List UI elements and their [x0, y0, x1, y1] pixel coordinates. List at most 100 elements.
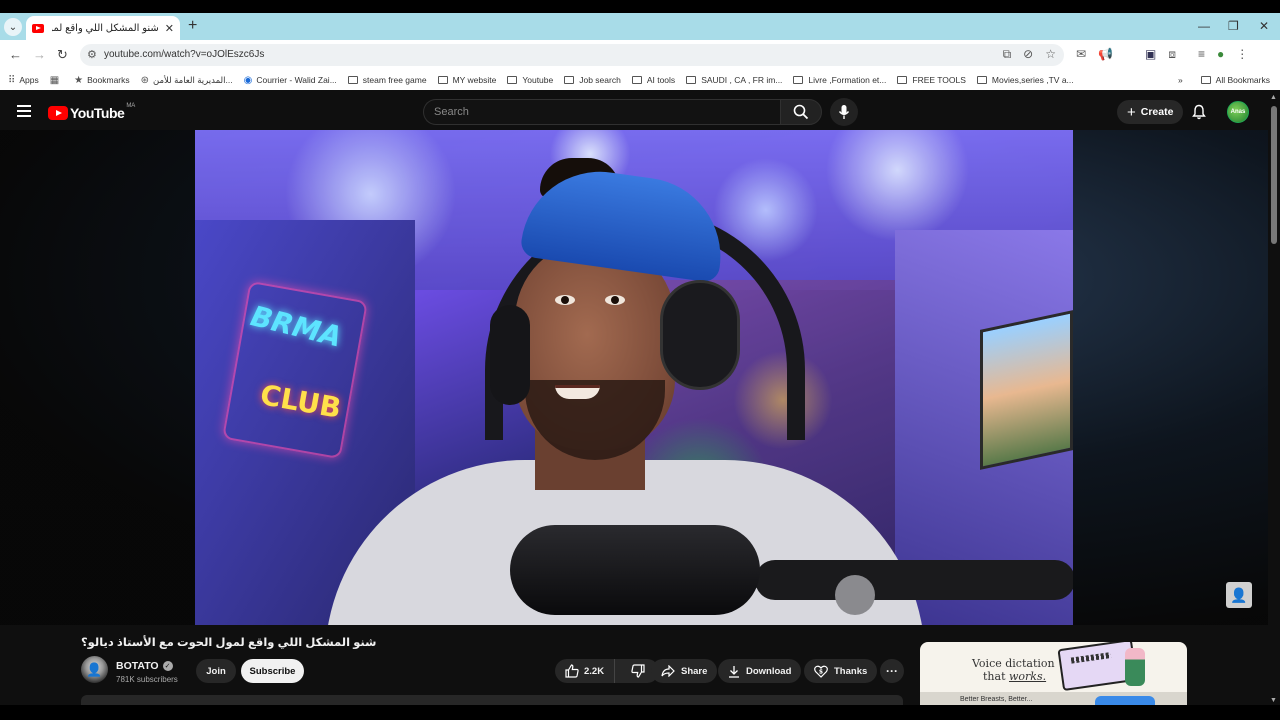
person-mouth	[555, 385, 600, 399]
download-icon	[729, 665, 739, 678]
bookmark-livre[interactable]: Livre ,Formation et...	[793, 75, 886, 85]
video-player[interactable]: BRMA CLUB 👤	[0, 130, 1268, 625]
search-button[interactable]	[780, 99, 822, 125]
eye-off-icon[interactable]: ⊘	[1023, 47, 1033, 62]
star-icon: ★	[74, 74, 84, 86]
search-icon	[793, 104, 809, 120]
svg-text:$: $	[819, 668, 823, 675]
bookmark-aitools[interactable]: AI tools	[631, 75, 675, 85]
folder-icon	[976, 76, 987, 84]
scroll-thumb[interactable]	[1271, 106, 1277, 244]
bookmark-steam[interactable]: steam free game	[347, 75, 427, 85]
ad-footer-text: Better Breasts, Better...	[960, 696, 1033, 703]
wall-painting	[980, 310, 1073, 470]
bookmark-movies[interactable]: Movies,series ,TV a...	[976, 75, 1074, 85]
bookmark-youtube[interactable]: Youtube	[507, 75, 553, 85]
all-bookmarks-button[interactable]: All Bookmarks	[1200, 75, 1270, 85]
youtube-play-icon	[48, 106, 68, 120]
like-button[interactable]: 2.2K	[555, 659, 616, 683]
folder-icon	[793, 76, 804, 84]
video-title: شنو المشكل اللي واقع لمول الحوت مع الأست…	[81, 637, 377, 649]
video-details: شنو المشكل اللي واقع لمول الحوت مع الأست…	[0, 625, 1268, 705]
subscribe-button[interactable]: Subscribe	[241, 659, 304, 683]
page-scrollbar[interactable]: ▲ ▼	[1268, 94, 1280, 704]
video-frame[interactable]: BRMA CLUB	[195, 130, 1073, 625]
bookmark-jobsearch[interactable]: Job search	[564, 75, 621, 85]
bookmark-dgsn[interactable]: ⊛ المديرية العامة للأمن...	[141, 75, 233, 86]
tab-groups-icon: ▦	[49, 74, 60, 86]
youtube-header: YouTube MA Search + Create Anas	[0, 94, 1268, 130]
bookmark-mywebsite[interactable]: MY website	[437, 75, 496, 85]
bookmark-courrier[interactable]: ◉ Courrier - Walid Zai...	[244, 75, 337, 86]
more-actions-button[interactable]: ···	[880, 659, 904, 683]
hamburger-menu-icon[interactable]	[17, 105, 31, 117]
country-code: MA	[126, 103, 136, 109]
folder-icon	[437, 76, 448, 84]
back-arrow-icon[interactable]: ←	[9, 47, 22, 62]
verified-check-icon: ✓	[162, 661, 173, 671]
close-window-button[interactable]: ✕	[1259, 19, 1269, 33]
new-tab-button[interactable]: +	[188, 17, 197, 35]
tab-close-icon[interactable]: ✕	[165, 22, 174, 35]
join-button[interactable]: Join	[196, 659, 236, 683]
url-text: youtube.com/watch?v=oJOlEszc6Js	[104, 49, 265, 60]
bookmark-bookmarks[interactable]: ★ Bookmarks	[74, 75, 129, 86]
tab-search-button[interactable]: ⌄	[4, 18, 22, 36]
folder-icon	[1200, 76, 1211, 84]
extension-icon[interactable]: ▣	[1145, 47, 1156, 62]
profile-icon[interactable]: ●	[1217, 47, 1224, 62]
download-button[interactable]: Download	[718, 659, 802, 683]
bookmark-saudi[interactable]: SAUDI , CA , FR im...	[686, 75, 782, 85]
bookmark-grid[interactable]: ▦	[50, 75, 63, 86]
person-eye-left	[555, 295, 575, 305]
scroll-down-arrow-icon[interactable]: ▼	[1270, 697, 1277, 704]
ad-person-illustration	[1125, 648, 1145, 686]
headset-cup-right	[660, 280, 740, 390]
browser-tab-active[interactable]: شنو المشكل اللي واقع لمول الح ✕	[26, 16, 180, 40]
headset-cup-left	[490, 305, 530, 405]
media-control-icon[interactable]: ≡	[1198, 47, 1205, 62]
megaphone-extension-icon[interactable]: 📢	[1098, 47, 1113, 62]
create-button[interactable]: + Create	[1117, 100, 1184, 124]
bookmark-apps[interactable]: ⠿ Apps	[8, 75, 39, 86]
dislike-button[interactable]	[621, 664, 655, 678]
globe-icon: ⊛	[140, 74, 150, 86]
like-count: 2.2K	[584, 665, 605, 677]
mail-extension-icon[interactable]: ✉	[1076, 47, 1086, 62]
voice-search-button[interactable]	[830, 98, 858, 126]
forward-arrow-icon[interactable]: →	[33, 47, 46, 62]
ad-cta-button[interactable]	[1095, 696, 1155, 705]
minimize-button[interactable]: —	[1198, 19, 1210, 33]
share-button[interactable]: Share	[651, 659, 718, 683]
folder-icon	[686, 76, 697, 84]
scroll-up-arrow-icon[interactable]: ▲	[1270, 94, 1277, 101]
share-arrow-icon	[661, 665, 675, 677]
ad-card[interactable]: Voice dictation that works. Better Breas…	[920, 642, 1187, 705]
folder-icon	[897, 76, 908, 84]
restore-button[interactable]: ❐	[1228, 19, 1239, 33]
channel-watermark-icon[interactable]: 👤	[1226, 582, 1252, 608]
bookmark-star-icon[interactable]: ☆	[1045, 47, 1056, 62]
puzzle-extensions-icon[interactable]: ⧈	[1168, 47, 1176, 62]
search-input[interactable]: Search	[423, 99, 780, 125]
search-placeholder: Search	[434, 106, 469, 118]
person-eye-right	[605, 295, 625, 305]
outlook-icon: ◉	[243, 74, 253, 86]
reload-icon[interactable]: ↻	[57, 47, 68, 63]
description-box[interactable]	[81, 695, 903, 705]
address-bar[interactable]: ⚙ youtube.com/watch?v=oJOlEszc6Js ⧉ ⊘ ☆	[80, 44, 1064, 66]
browser-menu-icon[interactable]: ⋮	[1236, 47, 1248, 62]
bookmarks-overflow-button[interactable]: »	[1178, 75, 1183, 85]
site-info-icon[interactable]: ⚙	[87, 48, 97, 61]
channel-name[interactable]: BOTATO ✓	[116, 660, 173, 672]
channel-avatar[interactable]: 👤	[81, 656, 108, 683]
user-avatar[interactable]: Anas	[1227, 101, 1249, 123]
screen-bottom-edge	[0, 705, 1280, 720]
ad-headline-line2: that works.	[983, 670, 1047, 683]
install-app-icon[interactable]: ⧉	[1003, 47, 1012, 62]
youtube-logo[interactable]: YouTube MA	[48, 103, 136, 121]
bookmark-freetools[interactable]: FREE TOOLS	[897, 75, 966, 85]
folder-icon	[507, 76, 518, 84]
notifications-bell-icon[interactable]	[1191, 104, 1207, 125]
thanks-button[interactable]: $ Thanks	[804, 659, 878, 683]
